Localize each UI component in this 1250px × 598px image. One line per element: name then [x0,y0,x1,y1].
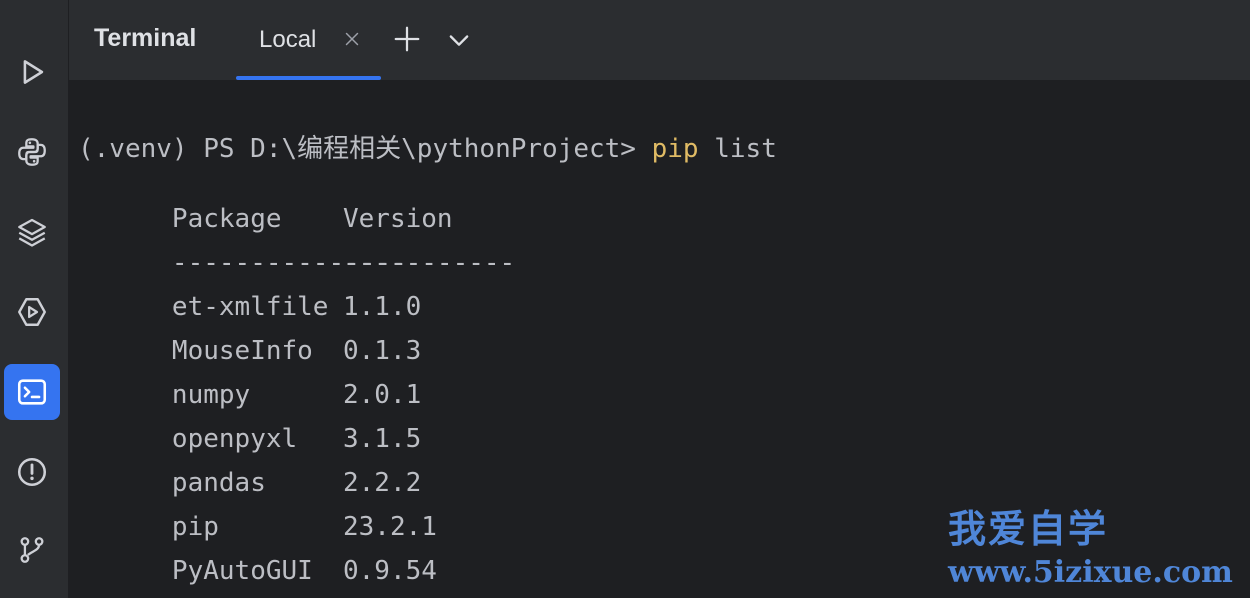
package-name: PyAutoGUI [171,556,313,586]
problems-tool-button[interactable] [4,444,60,500]
tab-local[interactable]: Local [236,0,381,80]
tab-label: Local [259,26,317,53]
services-icon [18,298,46,326]
close-icon[interactable] [341,28,363,50]
git-icon [20,537,44,563]
tool-window-title: Terminal [94,24,197,52]
python-console-tool-button[interactable] [4,124,60,180]
run-tool-button[interactable] [4,44,60,100]
prompt-line: (.venv) PS D:\编程相关\pythonProject> pip li… [78,136,777,162]
package-version: 1.1.0 [343,292,422,322]
package-version: 3.1.5 [343,424,422,454]
plus-icon[interactable] [392,24,422,54]
services-tool-button[interactable] [4,284,60,340]
problems-icon [17,457,47,487]
chevron-down-icon[interactable] [445,26,473,54]
ide-window: Terminal Local (.venv) PS D:\编程相关\python… [0,0,1250,598]
tool-window-strip [0,0,69,598]
package-version: 23.2.1 [343,512,437,542]
terminal-tool-button[interactable] [4,364,60,420]
prompt-text: (.venv) PS D:\编程相关\pythonProject> [78,134,652,164]
package-version: 0.9.54 [343,556,437,586]
watermark-text: 我爱自学 [948,506,1109,551]
table-row: PyAutoGUI 0.9.54 [78,532,437,598]
active-tab-indicator [236,76,381,80]
package-version: 2.2.2 [343,468,422,498]
git-tool-button[interactable] [4,522,60,578]
run-icon [23,60,44,84]
layers-tool-button[interactable] [4,204,60,260]
terminal-icon [17,379,47,405]
separator-version: ----------- [343,248,516,278]
layers-icon [18,218,46,247]
watermark-url: www.5izixue.com [948,555,1233,590]
package-version: 2.0.1 [343,380,422,410]
command-args: list [698,134,777,164]
python-console-icon [18,138,46,166]
package-version: 0.1.3 [343,336,422,366]
command-keyword: pip [651,134,699,164]
terminal-header: Terminal Local [69,0,1250,81]
